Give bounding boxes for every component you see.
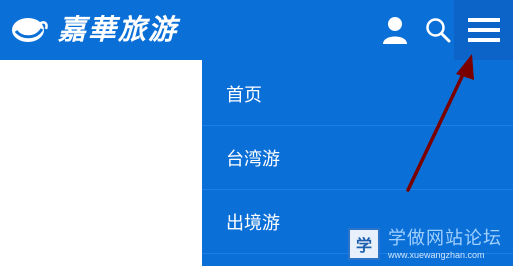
watermark-title: 学做网站论坛 (388, 227, 502, 248)
watermark: 学 学做网站论坛 www.xuewangzhan.com (348, 222, 513, 266)
watermark-text: 学做网站论坛 www.xuewangzhan.com (388, 229, 502, 260)
watermark-subtitle: www.xuewangzhan.com (388, 249, 485, 260)
menu-item-taiwan-tour[interactable]: 台湾游 (202, 126, 513, 190)
logo-mark-icon (12, 18, 48, 42)
menu-item-home[interactable]: 首页 (202, 62, 513, 126)
hamburger-menu-icon (467, 18, 500, 42)
brand-name: 嘉華旅游 (58, 13, 179, 46)
brand-logo[interactable]: 嘉華旅游 (10, 8, 178, 52)
menu-item-label: 出境游 (226, 212, 280, 233)
user-button[interactable] (378, 0, 412, 60)
menu-item-label: 台湾游 (226, 148, 280, 169)
menu-item-label: 首页 (226, 84, 262, 105)
search-button[interactable] (422, 0, 454, 60)
menu-button[interactable] (454, 0, 513, 60)
search-icon (426, 18, 451, 43)
watermark-logo-icon: 学 (348, 228, 380, 260)
user-icon (383, 17, 407, 44)
site-header: 嘉華旅游 (0, 0, 513, 60)
